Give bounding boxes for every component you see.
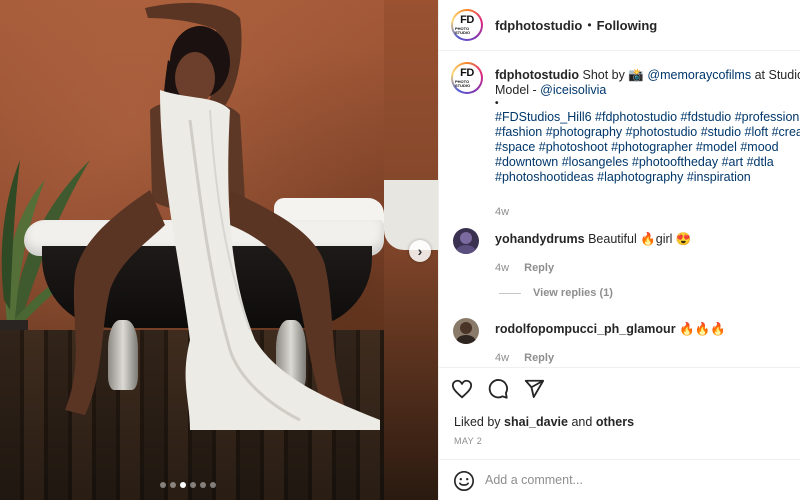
comment-meta: 4w Reply xyxy=(495,262,554,274)
post-actions: Liked by shai_davie and others MAY 2 xyxy=(439,367,800,499)
logo-mark: FD PHOTO STUDIO xyxy=(453,11,481,39)
carousel-dot xyxy=(190,482,196,488)
carousel-next-button[interactable]: › xyxy=(409,240,431,262)
liked-by-and: and xyxy=(571,415,593,429)
comment-timestamp[interactable]: 4w xyxy=(495,352,509,364)
liked-by-user-link[interactable]: shai_davie xyxy=(504,415,568,429)
following-button[interactable]: Following xyxy=(597,18,658,33)
hashtag-line[interactable]: #fashion #photography #photostudio #stud… xyxy=(495,125,800,140)
share-icon[interactable] xyxy=(523,378,545,400)
camera-icon: 📸 xyxy=(628,68,644,82)
chevron-right-icon: › xyxy=(417,243,423,259)
comment-body: 🔥🔥🔥 xyxy=(679,322,726,336)
reply-button[interactable]: Reply xyxy=(524,262,554,274)
commenter-avatar[interactable] xyxy=(453,228,479,254)
comment-body: Beautiful 🔥girl 😍 xyxy=(588,232,692,246)
logo-subtext: PHOTO STUDIO xyxy=(455,79,471,88)
model-figure xyxy=(65,2,380,430)
carousel-dot xyxy=(170,482,176,488)
caption-text: fdphotostudio Shot by 📸 @memoraycofilms … xyxy=(495,68,800,185)
caption-model-prefix: Model - xyxy=(495,83,537,97)
caption-bullet: • xyxy=(495,98,499,109)
reply-button[interactable]: Reply xyxy=(524,352,554,364)
next-slide-tub xyxy=(384,180,438,250)
post-photo[interactable]: › xyxy=(0,0,438,500)
add-comment-bar xyxy=(439,459,800,500)
add-comment-input[interactable] xyxy=(485,468,785,492)
logo-text: FD xyxy=(460,67,474,79)
liked-by-others-link[interactable]: others xyxy=(596,415,634,429)
liked-by-prefix: Liked by xyxy=(454,415,501,429)
logo-text: FD xyxy=(460,14,474,26)
carousel-dot xyxy=(160,482,166,488)
credit-mention-link[interactable]: @memoraycofilms xyxy=(647,68,751,82)
comment-meta: 4w Reply xyxy=(495,352,554,364)
post-date[interactable]: MAY 2 xyxy=(454,436,482,446)
view-replies-label: View replies (1) xyxy=(533,287,613,299)
avatar-image xyxy=(453,228,479,254)
header-separator: • xyxy=(587,18,592,32)
caption-avatar[interactable]: FD PHOTO STUDIO xyxy=(451,62,483,94)
action-icons xyxy=(451,378,545,400)
carousel-dots xyxy=(160,482,216,488)
view-replies-line xyxy=(499,292,521,294)
carousel-dot xyxy=(210,482,216,488)
view-replies-button[interactable]: View replies (1) xyxy=(499,287,613,299)
hashtag-line[interactable]: #space #photoshoot #photographer #model … xyxy=(495,140,800,155)
likes-summary: Liked by shai_davie and others xyxy=(454,415,634,429)
comment-timestamp[interactable]: 4w xyxy=(495,262,509,274)
hashtag-line[interactable]: #FDStudios_Hill6 #fdphotostudio #fdstudi… xyxy=(495,110,800,125)
avatar-image xyxy=(453,318,479,344)
post-header: FD PHOTO STUDIO fdphotostudio • Followin… xyxy=(439,0,800,51)
comment-text: yohandydrums Beautiful 🔥girl 😍 xyxy=(495,232,691,247)
heart-icon[interactable] xyxy=(451,378,473,400)
post-side-panel: FD PHOTO STUDIO fdphotostudio • Followin… xyxy=(438,0,800,500)
caption-studio: at Studio Hill xyxy=(754,68,800,82)
carousel-dot-active xyxy=(180,482,186,488)
hashtag-line[interactable]: #photoshootideas #laphotography #inspira… xyxy=(495,170,800,185)
caption-line-1: fdphotostudio Shot by 📸 @memoraycofilms … xyxy=(495,68,800,83)
comment-username[interactable]: rodolfopompucci_ph_glamour xyxy=(495,322,676,336)
header-username[interactable]: fdphotostudio xyxy=(495,18,582,33)
hashtag-line[interactable]: #downtown #losangeles #photooftheday #ar… xyxy=(495,155,800,170)
caption-username[interactable]: fdphotostudio xyxy=(495,68,579,82)
emoji-icon[interactable] xyxy=(453,470,475,492)
logo-subtext: PHOTO STUDIO xyxy=(455,26,471,35)
commenter-avatar[interactable] xyxy=(453,318,479,344)
logo-mark: FD PHOTO STUDIO xyxy=(453,64,481,92)
caption-line-2: Model - @iceisolivia xyxy=(495,83,800,98)
model-mention-link[interactable]: @iceisolivia xyxy=(540,83,606,97)
hashtag-block: #FDStudios_Hill6 #fdphotostudio #fdstudi… xyxy=(495,110,800,185)
comment-username[interactable]: yohandydrums xyxy=(495,232,585,246)
profile-avatar[interactable]: FD PHOTO STUDIO xyxy=(451,9,483,41)
caption-timestamp[interactable]: 4w xyxy=(495,206,509,218)
caption-shot-by: Shot by xyxy=(582,68,625,82)
carousel-dot xyxy=(200,482,206,488)
comment-icon[interactable] xyxy=(487,378,509,400)
comment-text: rodolfopompucci_ph_glamour 🔥🔥🔥 xyxy=(495,322,726,337)
comments-scroll-area[interactable]: FD PHOTO STUDIO fdphotostudio Shot by 📸 … xyxy=(439,52,800,366)
